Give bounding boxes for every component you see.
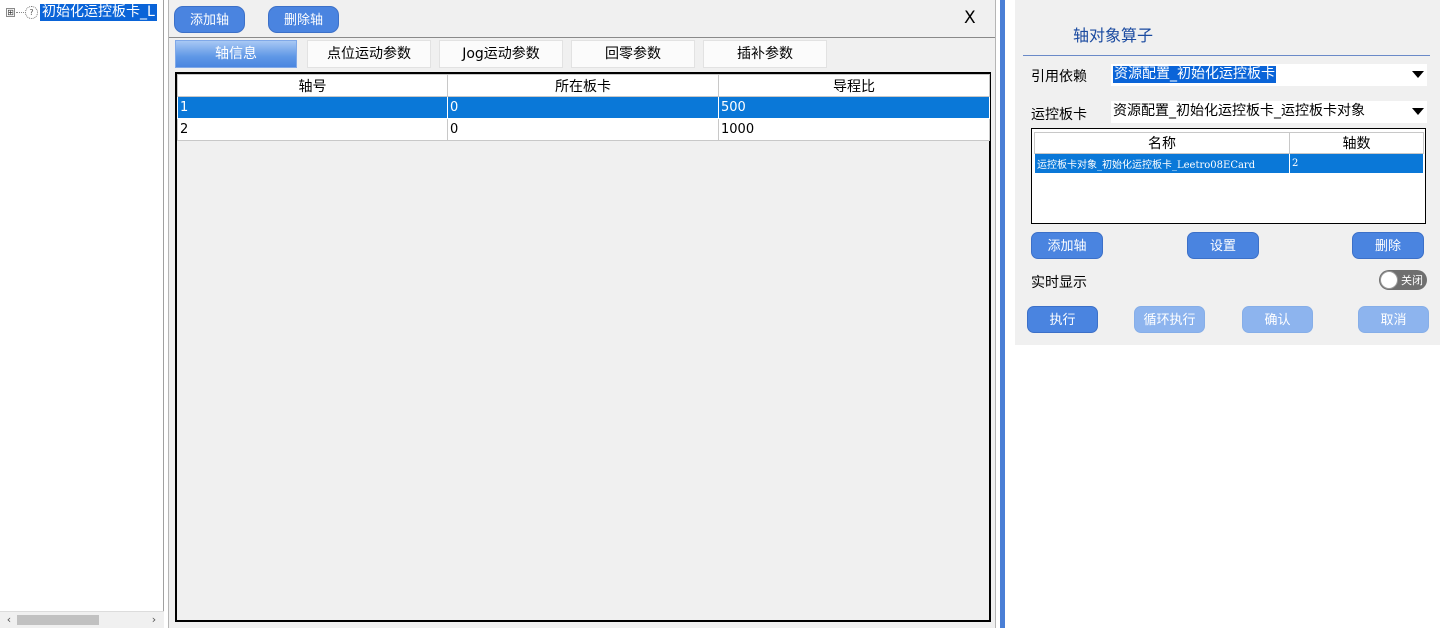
ref-dependency-select[interactable]: 资源配置_初始化运控板卡	[1111, 64, 1427, 86]
toggle-knob	[1380, 271, 1398, 289]
panel-title: 轴对象算子	[1073, 26, 1154, 45]
close-icon[interactable]: X	[964, 8, 976, 28]
ref-dependency-value: 资源配置_初始化运控板卡	[1113, 66, 1276, 83]
expand-icon[interactable]: ⊞	[6, 7, 15, 17]
column-header-axis-no[interactable]: 轴号	[177, 74, 448, 97]
node-status-icon: ?	[25, 5, 38, 19]
table-cell[interactable]: 0	[447, 96, 719, 119]
delete-button[interactable]: 删除	[1352, 232, 1424, 259]
settings-button[interactable]: 设置	[1187, 232, 1259, 259]
table-cell[interactable]: 500	[718, 96, 990, 119]
toggle-state-label: 关闭	[1401, 274, 1423, 287]
table-row[interactable]: 2 0 1000	[177, 118, 990, 141]
confirm-button[interactable]: 确认	[1242, 306, 1313, 333]
scroll-right-icon[interactable]: ›	[147, 613, 161, 627]
tree-node-label[interactable]: 初始化运控板卡_L	[40, 3, 157, 21]
column-header-axis-count[interactable]: 轴数	[1289, 132, 1424, 154]
table-cell[interactable]: 1000	[718, 118, 990, 141]
realtime-display-toggle[interactable]: 关闭	[1379, 270, 1427, 290]
motion-card-label: 运控板卡	[1031, 107, 1087, 123]
cancel-button[interactable]: 取消	[1358, 306, 1429, 333]
tree-node-init-card[interactable]: ⊞ ? 初始化运控板卡_L	[6, 3, 157, 21]
chevron-down-icon[interactable]	[1412, 71, 1424, 78]
add-axis-button[interactable]: 添加轴	[174, 6, 245, 33]
delete-axis-button[interactable]: 删除轴	[268, 6, 339, 33]
splitter-bar[interactable]	[1000, 0, 1005, 628]
motion-card-value: 资源配置_初始化运控板卡_运控板卡对象	[1113, 103, 1365, 119]
axis-config-dialog: 添加轴 删除轴 X 轴信息 点位运动参数 Jog运动参数 回零参数 插补参数 轴…	[168, 0, 996, 628]
tree-horizontal-scrollbar[interactable]: ‹ ›	[0, 611, 164, 628]
resource-tree[interactable]: ⊞ ? 初始化运控板卡_L ‹ ›	[0, 0, 164, 628]
tab-jog-motion[interactable]: Jog运动参数	[439, 40, 563, 68]
column-header-card[interactable]: 所在板卡	[447, 74, 719, 97]
scrollbar-thumb[interactable]	[17, 615, 99, 625]
loop-execute-button[interactable]: 循环执行	[1134, 306, 1205, 333]
table-cell[interactable]: 0	[447, 118, 719, 141]
list-item[interactable]: 运控板卡对象_初始化运控板卡_Leetro08ECard 2	[1034, 153, 1424, 174]
tree-connector	[16, 11, 24, 13]
realtime-display-label: 实时显示	[1031, 275, 1087, 291]
title-divider	[1023, 55, 1430, 56]
list-cell[interactable]: 运控板卡对象_初始化运控板卡_Leetro08ECard	[1034, 153, 1290, 174]
chevron-down-icon[interactable]	[1412, 108, 1424, 115]
column-header-name[interactable]: 名称	[1034, 132, 1290, 154]
table-row[interactable]: 1 0 500	[177, 96, 990, 119]
dialog-toolbar: 添加轴 删除轴 X	[169, 0, 995, 38]
table-cell[interactable]: 1	[177, 96, 448, 119]
add-axis-button[interactable]: 添加轴	[1031, 232, 1103, 259]
scroll-left-icon[interactable]: ‹	[2, 613, 16, 627]
card-list[interactable]: 名称 轴数 运控板卡对象_初始化运控板卡_Leetro08ECard 2	[1031, 128, 1426, 224]
operator-properties-panel: 轴对象算子 引用依赖 资源配置_初始化运控板卡 运控板卡 资源配置_初始化运控板…	[1015, 0, 1440, 345]
list-cell[interactable]: 2	[1289, 153, 1424, 174]
tab-point-motion[interactable]: 点位运动参数	[307, 40, 431, 68]
tab-axis-info[interactable]: 轴信息	[175, 40, 297, 68]
table-cell[interactable]: 2	[177, 118, 448, 141]
ref-dependency-label: 引用依赖	[1031, 69, 1087, 85]
column-header-lead-ratio[interactable]: 导程比	[718, 74, 990, 97]
panel-splitter[interactable]	[999, 0, 1009, 628]
tab-homing[interactable]: 回零参数	[571, 40, 695, 68]
execute-button[interactable]: 执行	[1027, 306, 1098, 333]
tab-interpolation[interactable]: 插补参数	[703, 40, 827, 68]
axis-table[interactable]: 轴号 所在板卡 导程比 1 0 500 2 0 1000	[175, 72, 991, 622]
motion-card-select[interactable]: 资源配置_初始化运控板卡_运控板卡对象	[1111, 101, 1427, 123]
